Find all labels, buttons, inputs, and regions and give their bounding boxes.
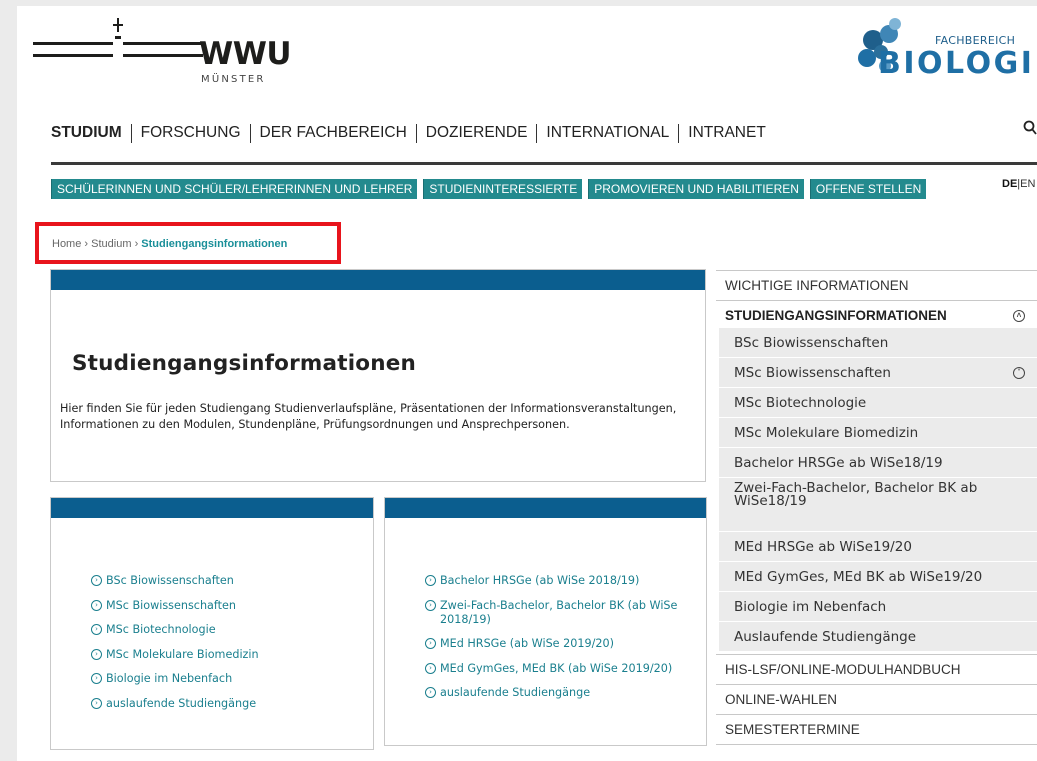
link-bsc-biowissenschaften[interactable]: › BSc Biowissenschaften [91, 574, 259, 588]
nav-studium[interactable]: STUDIUM [51, 124, 131, 142]
chevron-right-circle-icon: › [91, 624, 102, 635]
nav-dozierende[interactable]: DOZIERENDE [417, 124, 537, 142]
sidenav-wichtige-informationen[interactable]: WICHTIGE INFORMATIONEN [716, 270, 1037, 301]
links-box-header-bar [385, 498, 706, 518]
sidenav-item-label: MSc Biowissenschaften [734, 365, 891, 381]
link-list-left: › BSc Biowissenschaften › MSc Biowissensch… [91, 574, 259, 721]
sub-navigation: SCHÜLERINNEN UND SCHÜLER/LEHRERINNEN UND… [51, 179, 932, 199]
chevron-right-circle-icon: › [425, 687, 436, 698]
nav-intranet[interactable]: INTRANET [679, 124, 775, 142]
nav-der-fachbereich[interactable]: DER FACHBEREICH [251, 124, 416, 142]
intro-box: Studiengangsinformationen Hier finden Si… [50, 269, 706, 482]
links-box-header-bar [51, 498, 373, 518]
wwu-logo-mark [33, 18, 203, 57]
page-title: Studiengangsinformationen [72, 351, 417, 376]
sidenav-item-biologie-im-nebenfach[interactable]: Biologie im Nebenfach [719, 592, 1037, 622]
chevron-right-circle-icon: › [91, 648, 102, 660]
biologie-logo-text: BIOLOGIE [878, 46, 1037, 81]
subnav-schueler-lehrer[interactable]: SCHÜLERINNEN UND SCHÜLER/LEHRERINNEN UND… [51, 179, 418, 199]
chevron-right-circle-icon: › [425, 575, 436, 586]
sidenav-group-studiengangsinformationen: STUDIENGANGSINFORMATIONEN ˄ BSc Biowisse… [716, 301, 1037, 655]
sidenav-group-title-label: STUDIENGANGSINFORMATIONEN [725, 308, 947, 323]
link-list-right: › Bachelor HRSGe (ab WiSe 2018/19) › Zwei-… [425, 574, 695, 711]
intro-box-header-bar [51, 270, 705, 290]
sidenav-item-auslaufende-studiengaenge[interactable]: Auslaufende Studiengänge [719, 622, 1037, 652]
page: WWU MÜNSTER FACHBEREICH BIOLOGIE STUDIUM… [17, 6, 1037, 761]
breadcrumb-highlight [35, 222, 341, 264]
link-label: auslaufende Studiengänge [440, 686, 591, 699]
intro-text: Hier finden Sie für jeden Studiengang St… [60, 402, 677, 431]
lang-de[interactable]: DE [1002, 178, 1017, 190]
link-msc-molekulare-biomedizin[interactable]: › MSc Molekulare Biomedizin [91, 648, 259, 662]
subnav-studieninteressierte[interactable]: STUDIENINTERESSIERTE [423, 179, 583, 199]
wwu-logo-subtext: MÜNSTER [201, 74, 266, 85]
chevron-down-circle-icon[interactable]: ˅ [1013, 367, 1025, 379]
wwu-logo-text: WWU [199, 36, 292, 72]
link-bachelor-hrsge[interactable]: › Bachelor HRSGe (ab WiSe 2018/19) [425, 574, 695, 588]
sidenav-online-wahlen[interactable]: ONLINE-WAHLEN [716, 685, 1037, 715]
nav-forschung[interactable]: FORSCHUNG [132, 124, 250, 142]
sidenav-item-msc-biowissenschaften[interactable]: MSc Biowissenschaften ˅ [719, 358, 1037, 388]
sidenav-his-lsf[interactable]: HIS-LSF/ONLINE-MODULHANDBUCH [716, 655, 1037, 685]
search-icon[interactable] [1023, 120, 1037, 140]
lang-en[interactable]: EN [1020, 178, 1035, 190]
link-label: MSc Biowissenschaften [106, 598, 237, 612]
link-label: Biologie im Nebenfach [106, 672, 233, 685]
chevron-right-circle-icon: › [91, 673, 102, 684]
link-label: Bachelor HRSGe (ab WiSe 2018/19) [440, 574, 640, 587]
subnav-offene-stellen[interactable]: OFFENE STELLEN [809, 179, 927, 199]
sidenav-item-med-gymges[interactable]: MEd GymGes, MEd BK ab WiSe19/20 [719, 562, 1037, 592]
link-label: MSc Molekulare Biomedizin [106, 647, 259, 661]
link-msc-biowissenschaften[interactable]: › MSc Biowissenschaften [91, 599, 259, 613]
link-biologie-im-nebenfach[interactable]: › Biologie im Nebenfach [91, 672, 259, 686]
link-med-gymges[interactable]: › MEd GymGes, MEd BK (ab WiSe 2019/20) [425, 662, 695, 676]
sidenav-item-bachelor-hrsge[interactable]: Bachelor HRSGe ab WiSe18/19 [719, 448, 1037, 478]
nav-international[interactable]: INTERNATIONAL [537, 124, 678, 142]
link-zwei-fach-bachelor[interactable]: › Zwei-Fach-Bachelor, Bachelor BK (ab WiS… [425, 599, 695, 627]
link-label: MEd HRSGe (ab WiSe 2019/20) [440, 637, 614, 650]
sidenav-item-msc-biotechnologie[interactable]: MSc Biotechnologie [719, 388, 1037, 418]
link-label: BSc Biowissenschaften [106, 574, 234, 587]
subnav-promovieren[interactable]: PROMOVIEREN UND HABILITIEREN [588, 179, 804, 199]
chevron-right-circle-icon: › [91, 575, 102, 586]
link-label: auslaufende Studiengänge [106, 696, 257, 710]
link-label: MEd GymGes, MEd BK (ab WiSe 2019/20) [440, 661, 673, 675]
sidenav-item-bsc-biowissenschaften[interactable]: BSc Biowissenschaften [719, 328, 1037, 358]
link-label: MSc Biotechnologie [106, 623, 216, 636]
sidenav-semestertermine[interactable]: SEMESTERTERMINE [716, 715, 1037, 745]
nav-divider [51, 162, 1037, 165]
link-auslaufende-studiengaenge[interactable]: › auslaufende Studiengänge [425, 686, 695, 700]
link-med-hrsge[interactable]: › MEd HRSGe (ab WiSe 2019/20) [425, 637, 695, 651]
links-box-right: › Bachelor HRSGe (ab WiSe 2018/19) › Zwei-… [384, 497, 707, 746]
chevron-right-circle-icon: › [425, 662, 436, 674]
language-switch: DE|EN [1002, 178, 1035, 190]
side-navigation: WICHTIGE INFORMATIONEN STUDIENGANGSINFOR… [716, 270, 1037, 745]
chevron-right-circle-icon: › [425, 599, 436, 611]
links-box-left: › BSc Biowissenschaften › MSc Biowissensch… [50, 497, 374, 750]
sidenav-group-title[interactable]: STUDIENGANGSINFORMATIONEN ˄ [716, 301, 1037, 328]
sidenav-item-msc-molekulare-biomedizin[interactable]: MSc Molekulare Biomedizin [719, 418, 1037, 448]
main-navigation: STUDIUM FORSCHUNG DER FACHBEREICH DOZIER… [51, 122, 775, 144]
link-msc-biotechnologie[interactable]: › MSc Biotechnologie [91, 623, 259, 637]
chevron-right-circle-icon: › [425, 638, 436, 649]
link-label: Zwei-Fach-Bachelor, Bachelor BK (ab WiSe… [440, 598, 678, 626]
sidenav-item-zwei-fach-bachelor[interactable]: Zwei-Fach-Bachelor, Bachelor BK ab WiSe1… [719, 478, 1037, 532]
chevron-up-circle-icon[interactable]: ˄ [1013, 310, 1025, 322]
chevron-right-circle-icon: › [91, 599, 102, 611]
chevron-right-circle-icon: › [91, 697, 102, 709]
link-auslaufende-studiengaenge[interactable]: › auslaufende Studiengänge [91, 697, 259, 711]
sidenav-item-med-hrsge[interactable]: MEd HRSGe ab WiSe19/20 [719, 532, 1037, 562]
